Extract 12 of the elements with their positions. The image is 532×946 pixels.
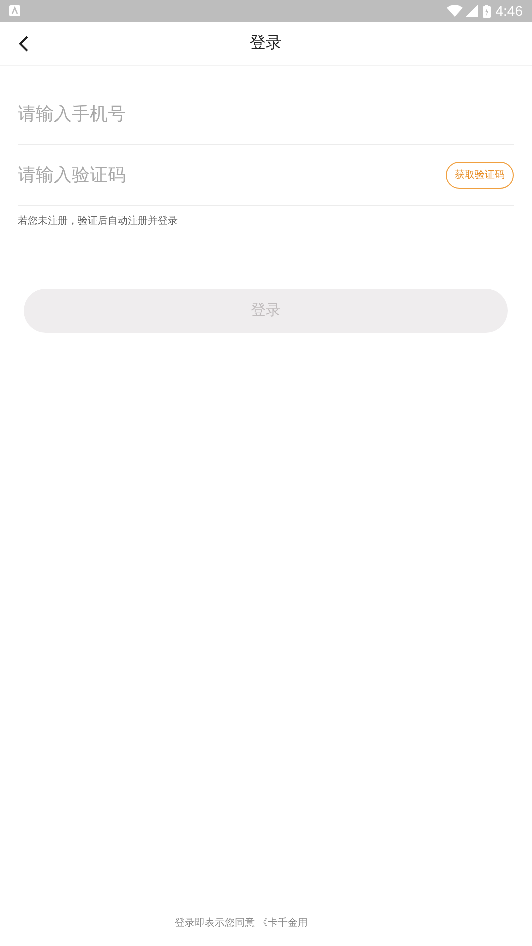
status-time: 4:46 — [496, 2, 523, 20]
wifi-icon — [446, 5, 463, 17]
get-code-button[interactable]: 获取验证码 — [446, 162, 514, 188]
agreement-text: 登录即表示您同意 《卡千金用 — [175, 916, 308, 930]
phone-field[interactable]: 请输入手机号 — [18, 94, 514, 134]
back-icon — [19, 36, 29, 52]
hint-text: 若您未注册，验证后自动注册并登录 — [18, 214, 178, 229]
notification-icon — [9, 5, 21, 17]
signal-icon — [466, 5, 478, 17]
page-title: 登录 — [250, 34, 282, 54]
code-field[interactable]: 请输入验证码 — [18, 155, 446, 195]
battery-icon — [482, 4, 491, 18]
